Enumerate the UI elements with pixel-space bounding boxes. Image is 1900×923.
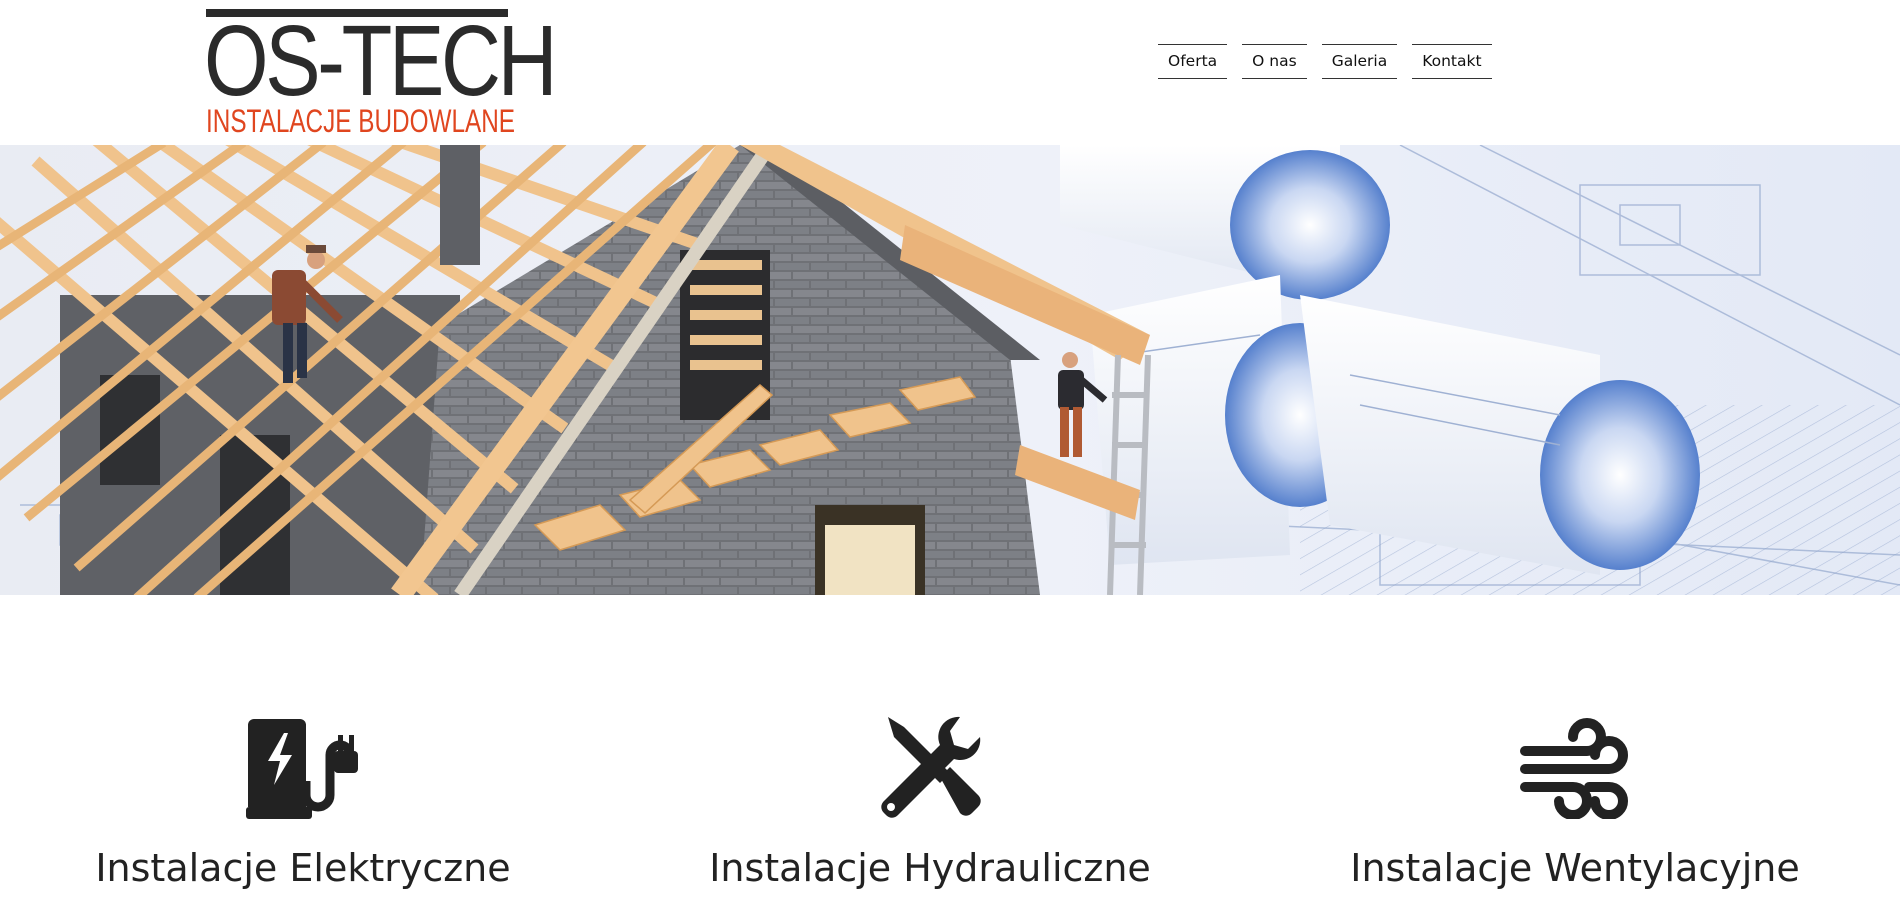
nav-item-o-nas[interactable]: O nas	[1242, 44, 1307, 79]
hero-banner	[0, 145, 1900, 595]
services-section: Instalacje Elektryczne Instalacje Hydrau…	[0, 595, 1900, 923]
nav-item-oferta[interactable]: Oferta	[1158, 44, 1228, 79]
wind-icon	[1520, 718, 1628, 819]
nav-item-galeria[interactable]: Galeria	[1321, 44, 1398, 79]
service-title-electrical: Instalacje Elektryczne	[95, 846, 511, 890]
service-title-ventilation: Instalacje Wentylacyjne	[1350, 846, 1800, 890]
nav-item-kontakt[interactable]: Kontakt	[1412, 44, 1492, 79]
ev-charger-icon	[246, 719, 358, 819]
service-title-hydraulic: Instalacje Hydrauliczne	[709, 846, 1151, 890]
logo-subtitle: INSTALACJE BUDOWLANE	[206, 103, 516, 139]
main-nav: Oferta O nas Galeria Kontakt	[1158, 44, 1492, 79]
site-logo[interactable]: OS-TECH INSTALACJE BUDOWLANE	[204, 9, 558, 137]
logo-main-text: OS-TECH	[204, 5, 558, 117]
wrench-screwdriver-icon	[881, 716, 981, 818]
site-header: OS-TECH INSTALACJE BUDOWLANE Oferta O na…	[0, 0, 1900, 145]
hero-image	[0, 145, 1900, 595]
